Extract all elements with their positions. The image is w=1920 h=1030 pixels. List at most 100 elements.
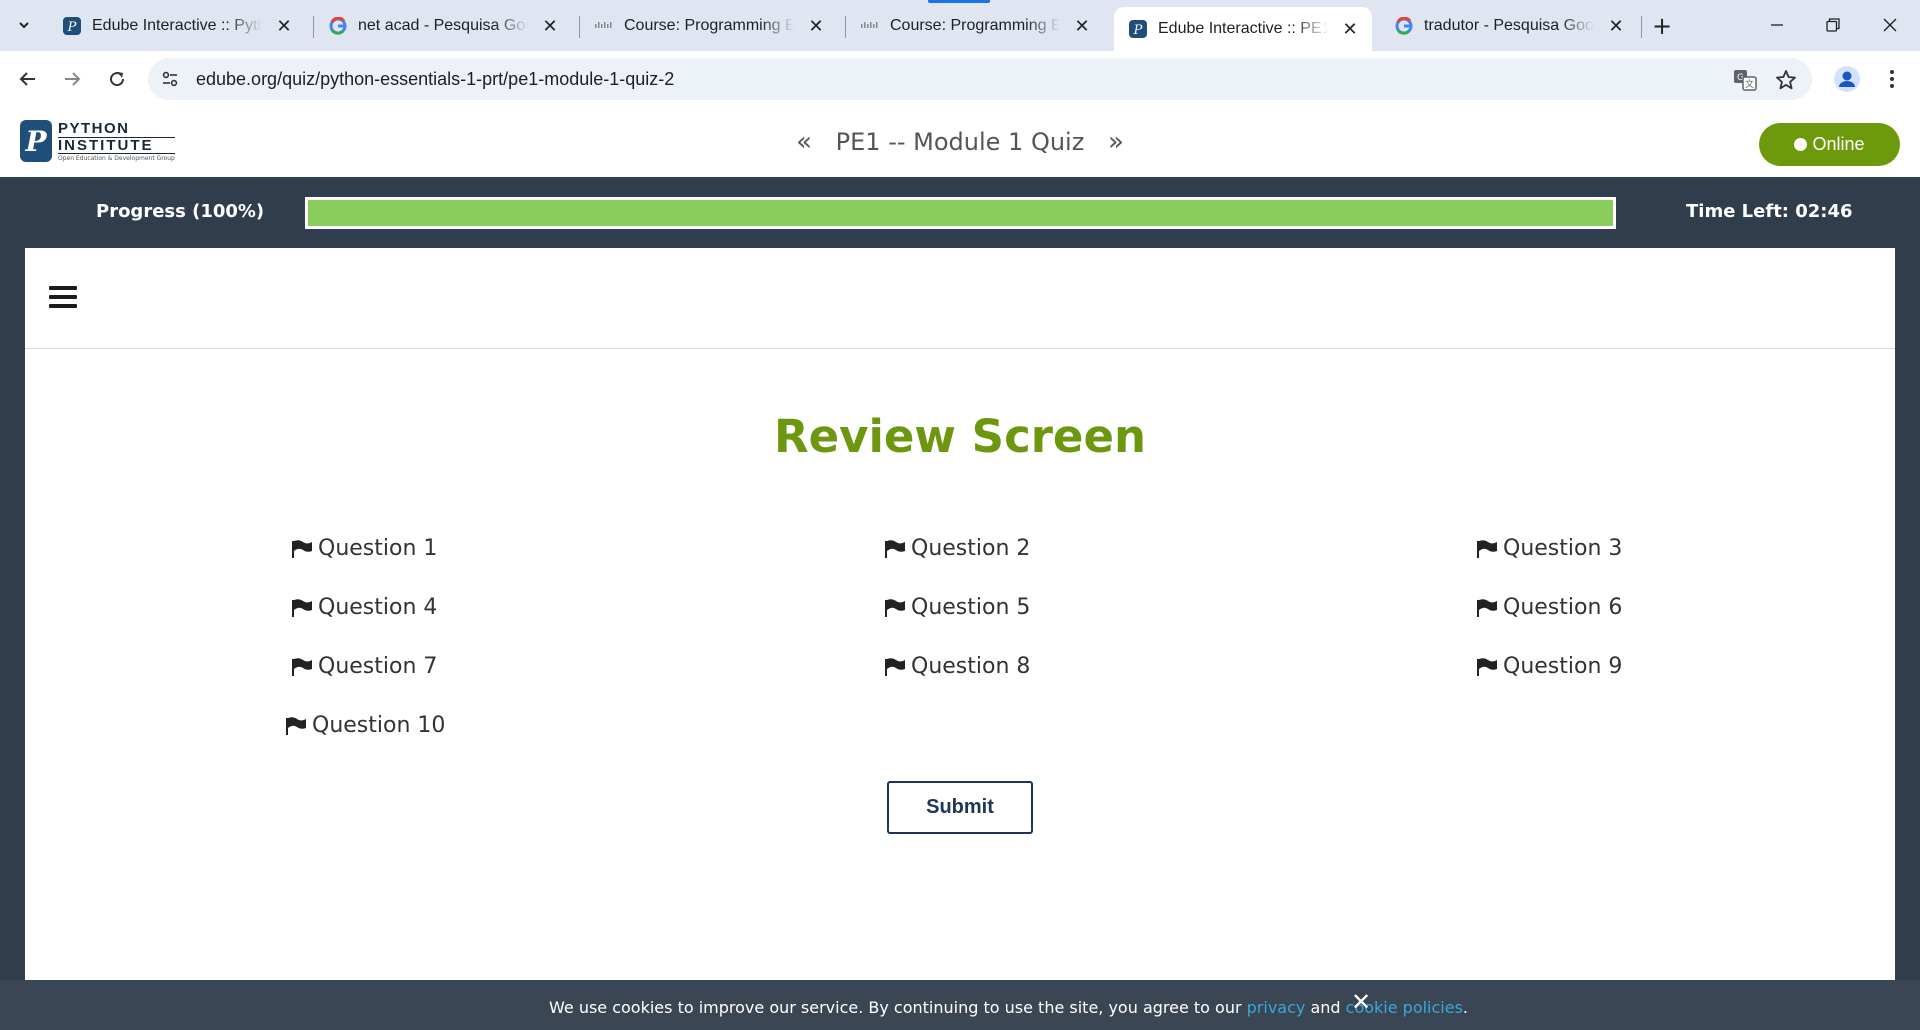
restore-button[interactable]: [1803, 0, 1863, 50]
question-link-10[interactable]: Question 10: [285, 713, 445, 738]
flag-icon: [292, 539, 312, 558]
question-label: Question 5: [911, 595, 1031, 620]
close-icon[interactable]: ✕: [804, 14, 828, 38]
site-header: P PYTHON INSTITUTE Open Education & Deve…: [0, 107, 1920, 177]
svg-text:P: P: [67, 20, 77, 35]
question-link-3[interactable]: Question 3: [1476, 536, 1622, 561]
cisco-favicon: [860, 16, 880, 36]
more-vert-icon: [1890, 70, 1894, 88]
tab-title: tradutor - Pesquisa Google: [1424, 17, 1594, 34]
close-window-icon: [1883, 18, 1897, 32]
tab-title: Edube Interactive :: PE1 -- M: [1158, 20, 1328, 37]
tab-indicator: [928, 0, 990, 3]
question-label: Question 3: [1503, 536, 1623, 561]
online-status-button[interactable]: Online: [1759, 123, 1900, 166]
minimize-button[interactable]: [1747, 0, 1807, 50]
browser-menu-button[interactable]: [1874, 61, 1910, 97]
browser-tab[interactable]: P Edube Interactive :: Python ✕: [48, 7, 306, 45]
online-label: Online: [1812, 134, 1865, 154]
flag-icon: [286, 716, 306, 735]
python-institute-favicon: P: [62, 16, 82, 36]
panel-toolbar: [25, 248, 1895, 349]
flag-icon: [885, 598, 905, 617]
flag-icon: [292, 598, 312, 617]
flag-icon: [1477, 657, 1497, 676]
question-link-1[interactable]: Question 1: [291, 536, 437, 561]
question-link-6[interactable]: Question 6: [1476, 595, 1622, 620]
quiz-navigation: « PE1 -- Module 1 Quiz »: [0, 127, 1920, 157]
previous-quiz-chevron[interactable]: «: [796, 127, 812, 157]
minimize-icon: [1771, 24, 1783, 26]
new-tab-button[interactable]: +: [1647, 11, 1677, 41]
window-close-button[interactable]: [1860, 0, 1920, 50]
question-label: Question 2: [911, 536, 1031, 561]
question-link-2[interactable]: Question 2: [884, 536, 1030, 561]
svg-text:文: 文: [1745, 78, 1754, 90]
question-label: Question 1: [318, 536, 438, 561]
cookie-text-and: and: [1305, 998, 1346, 1017]
svg-text:P: P: [1133, 23, 1143, 38]
question-label: Question 7: [318, 654, 438, 679]
question-label: Question 9: [1503, 654, 1623, 679]
question-label: Question 10: [312, 713, 446, 738]
review-screen-title: Review Screen: [773, 410, 1147, 463]
url-text[interactable]: edube.org/quiz/python-essentials-1-prt/p…: [196, 69, 674, 90]
browser-tabstrip: P Edube Interactive :: Python ✕ net acad…: [0, 0, 1920, 51]
browser-toolbar: edube.org/quiz/python-essentials-1-prt/p…: [0, 51, 1920, 107]
question-label: Question 4: [318, 595, 438, 620]
tab-search-button[interactable]: [8, 9, 40, 41]
forward-button[interactable]: [54, 61, 90, 97]
tab-title: Edube Interactive :: Python: [92, 17, 262, 34]
time-left: Time Left: 02:46: [1686, 201, 1853, 222]
tab-title: net acad - Pesquisa Google: [358, 17, 528, 34]
next-quiz-chevron[interactable]: »: [1108, 127, 1124, 157]
progress-bar-fill: [308, 200, 1613, 226]
cookie-close-icon[interactable]: ✕: [1348, 988, 1374, 1016]
close-icon[interactable]: ✕: [1604, 14, 1628, 38]
close-icon[interactable]: ✕: [1338, 17, 1362, 41]
profile-icon: [1834, 66, 1860, 92]
question-link-9[interactable]: Question 9: [1476, 654, 1622, 679]
question-link-5[interactable]: Question 5: [884, 595, 1030, 620]
hamburger-menu-icon[interactable]: [49, 286, 77, 310]
progress-bar: [305, 197, 1616, 229]
translate-icon[interactable]: G文: [1732, 67, 1758, 93]
question-link-4[interactable]: Question 4: [291, 595, 437, 620]
arrow-right-icon: [65, 72, 81, 86]
address-bar[interactable]: edube.org/quiz/python-essentials-1-prt/p…: [148, 58, 1812, 100]
flag-icon: [1477, 539, 1497, 558]
back-button[interactable]: [10, 61, 46, 97]
flag-icon: [885, 657, 905, 676]
chevron-down-icon: [19, 22, 29, 29]
quiz-panel: Review Screen Question 1 Question 2 Ques…: [25, 248, 1895, 1030]
browser-tab-active[interactable]: P Edube Interactive :: PE1 -- M ✕: [1114, 7, 1372, 51]
site-info-icon[interactable]: [158, 67, 182, 91]
tab-separator: [1641, 16, 1642, 38]
browser-tab[interactable]: Course: Programming Esse ✕: [580, 7, 838, 45]
reload-icon: [110, 72, 125, 87]
profile-avatar[interactable]: [1829, 61, 1865, 97]
browser-tab[interactable]: Course: Programming Esse ✕: [846, 7, 1104, 45]
progress-label: Progress (100%): [96, 201, 265, 222]
quiz-title: PE1 -- Module 1 Quiz: [835, 128, 1085, 156]
flag-icon: [1477, 598, 1497, 617]
status-dot-icon: [1794, 138, 1808, 151]
cookie-message: We use cookies to improve our service. B…: [549, 998, 1468, 1017]
question-link-8[interactable]: Question 8: [884, 654, 1030, 679]
cookie-banner: We use cookies to improve our service. B…: [0, 980, 1920, 1030]
browser-tab[interactable]: net acad - Pesquisa Google ✕: [314, 7, 572, 45]
bookmark-star-icon[interactable]: [1773, 67, 1799, 93]
submit-button[interactable]: Submit: [887, 781, 1033, 834]
question-link-7[interactable]: Question 7: [291, 654, 437, 679]
close-icon[interactable]: ✕: [538, 14, 562, 38]
question-label: Question 6: [1503, 595, 1623, 620]
reload-button[interactable]: [99, 61, 135, 97]
flag-icon: [292, 657, 312, 676]
google-favicon: [328, 16, 348, 36]
question-label: Question 8: [911, 654, 1031, 679]
close-icon[interactable]: ✕: [1070, 14, 1094, 38]
tab-title: Course: Programming Esse: [624, 17, 794, 34]
close-icon[interactable]: ✕: [272, 14, 296, 38]
privacy-link[interactable]: privacy: [1247, 998, 1306, 1017]
browser-tab[interactable]: tradutor - Pesquisa Google ✕: [1380, 7, 1638, 45]
